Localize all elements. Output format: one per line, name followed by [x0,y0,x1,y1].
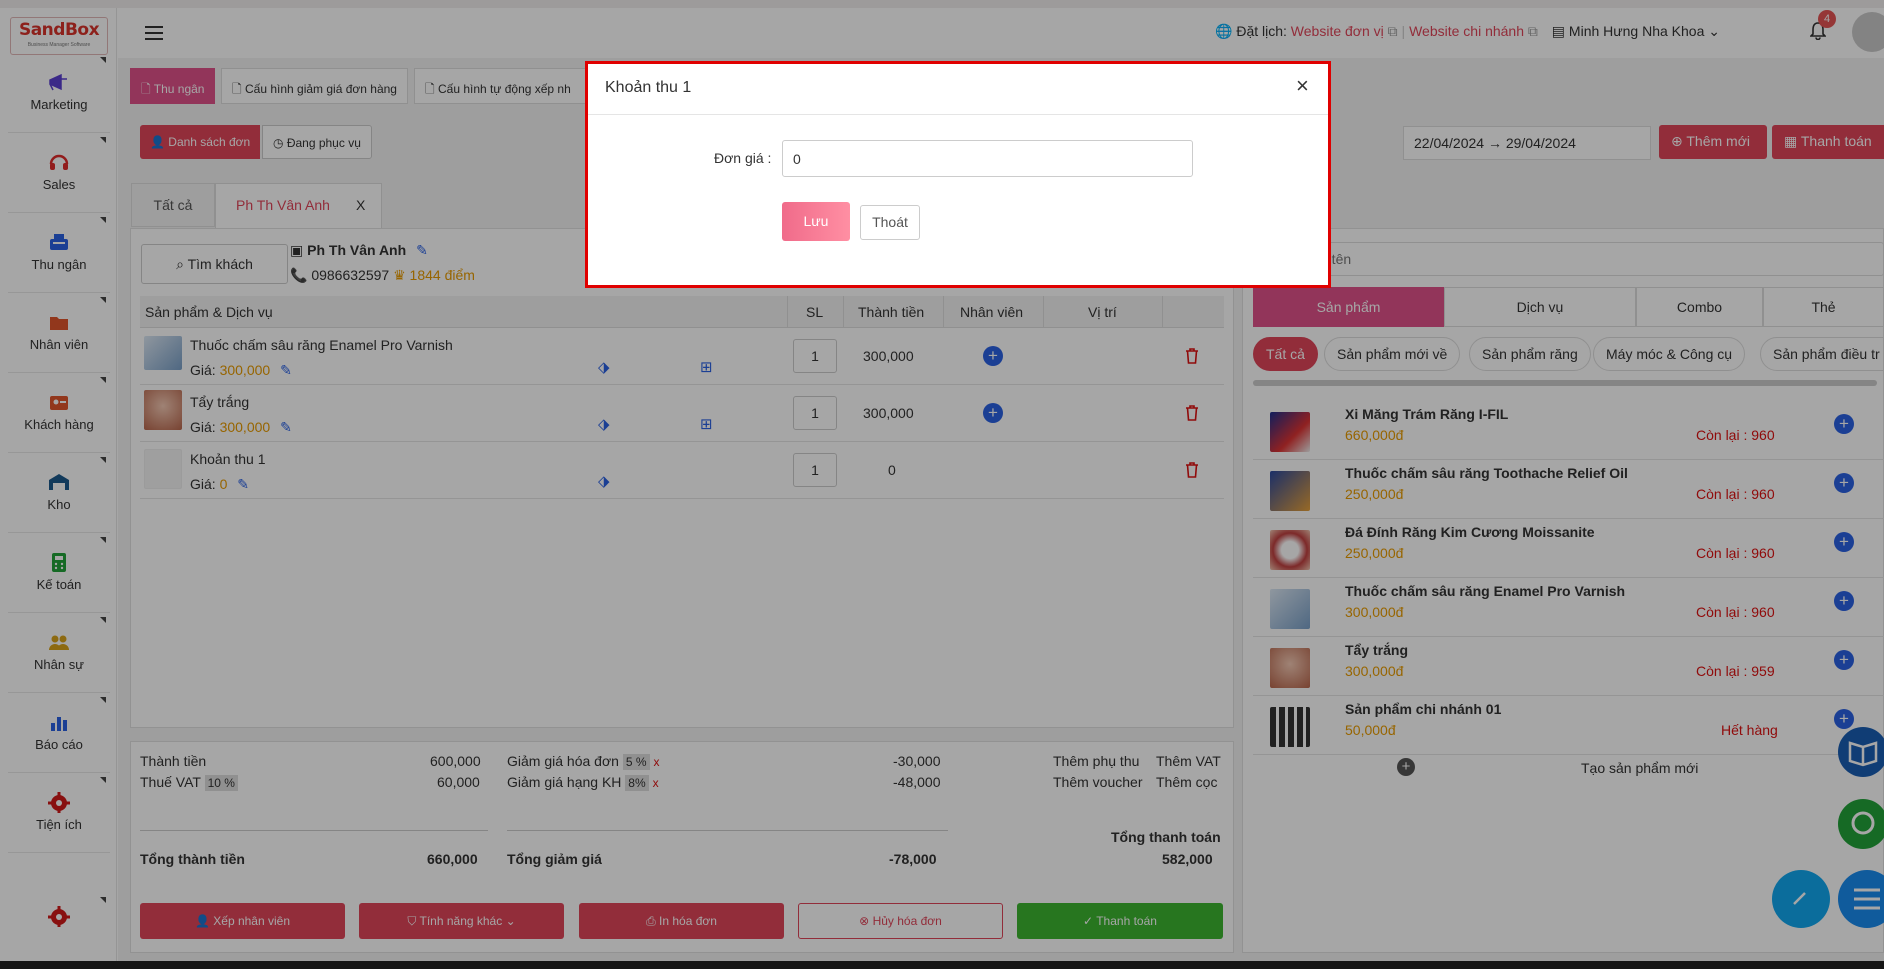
exit-button[interactable]: Thoát [860,205,920,240]
save-button[interactable]: Lưu [782,202,850,241]
close-icon[interactable]: × [1296,75,1309,97]
dialog-header [588,64,1328,115]
unit-price-dialog: Khoản thu 1 × Đơn giá : Lưu Thoát [585,61,1331,288]
unit-price-label: Đơn giá : [714,150,772,166]
dialog-title: Khoản thu 1 [605,79,692,96]
unit-price-input[interactable] [782,140,1193,177]
